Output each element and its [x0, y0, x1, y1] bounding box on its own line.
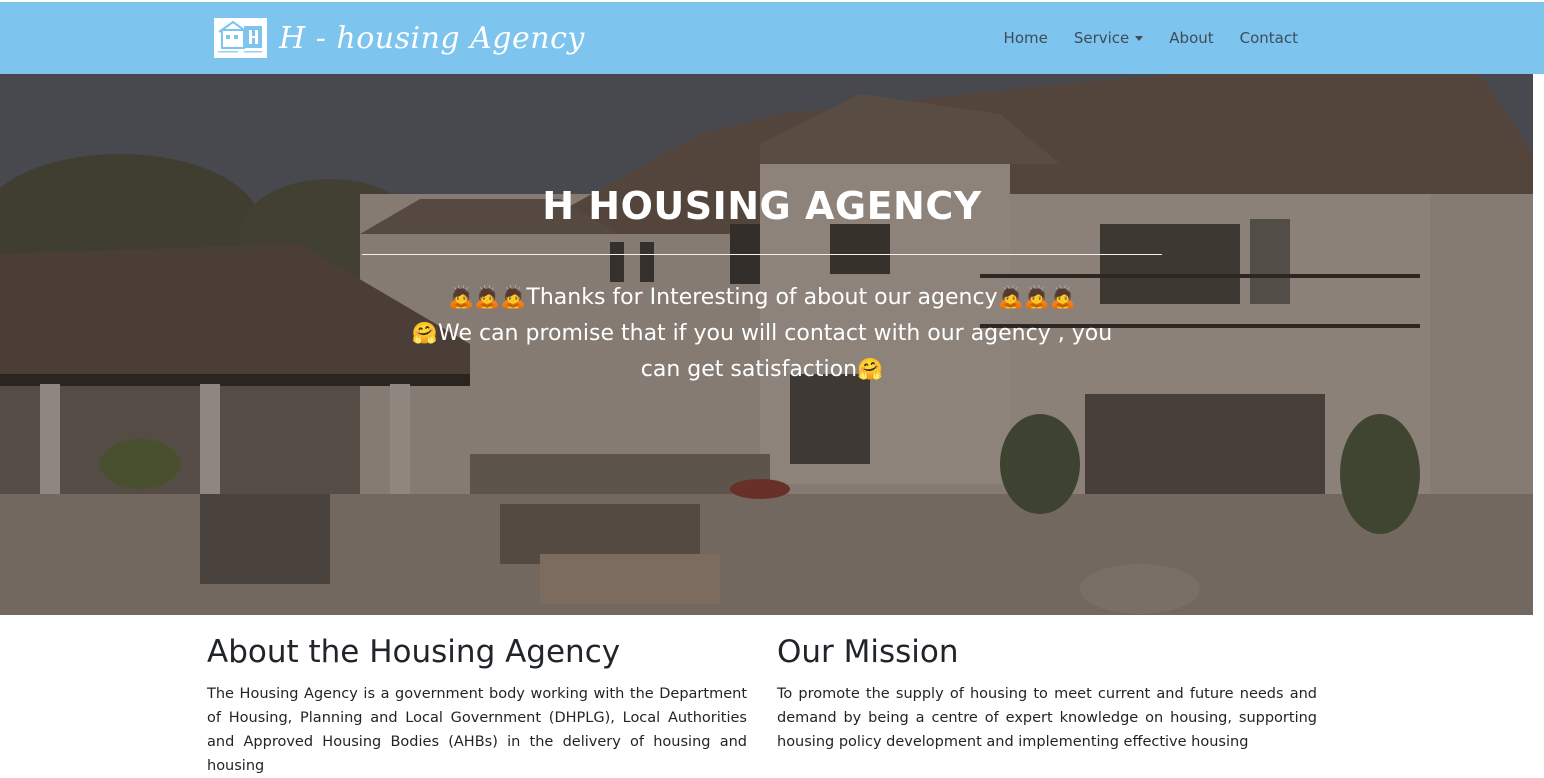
bowing-person-icon: 🙇🙇🙇	[447, 285, 527, 309]
brand-text: H - housing Agency	[279, 20, 585, 56]
hero-divider	[362, 254, 1162, 255]
nav-service-dropdown[interactable]: Service	[1073, 29, 1144, 47]
hero-line-2: We can promise that if you will contact …	[437, 321, 1113, 382]
nav-home-link[interactable]: Home	[1004, 29, 1048, 47]
hugging-face-icon: 🤗	[411, 321, 438, 345]
nav-about-link[interactable]: About	[1169, 29, 1213, 47]
mission-heading: Our Mission	[777, 634, 959, 670]
hero-line-1: Thanks for Interesting of about our agen…	[526, 285, 998, 310]
brand-link[interactable]: H - housing Agency	[214, 18, 585, 58]
about-heading: About the Housing Agency	[207, 634, 621, 670]
about-body: The Housing Agency is a government body …	[207, 686, 747, 774]
bowing-person-icon: 🙇🙇🙇	[997, 285, 1077, 309]
hero-section: H HOUSING AGENCY 🙇🙇🙇Thanks for Interesti…	[0, 74, 1533, 615]
hero-tagline: 🙇🙇🙇Thanks for Interesting of about our a…	[397, 280, 1127, 388]
mission-body: To promote the supply of housing to meet…	[777, 686, 1317, 750]
hugging-face-icon: 🤗	[857, 357, 884, 381]
about-section: About the Housing Agency The Housing Age…	[207, 630, 747, 778]
hero-title: H HOUSING AGENCY	[542, 184, 982, 228]
nav-contact-link[interactable]: Contact	[1240, 29, 1298, 47]
caret-down-icon	[1135, 35, 1144, 41]
house-logo-icon	[214, 18, 267, 58]
navbar: H - housing Agency Home Service About Co…	[0, 2, 1544, 74]
nav-service-label: Service	[1073, 29, 1130, 47]
nav-links: Home Service About Contact	[978, 2, 1298, 74]
mission-section: Our Mission To promote the supply of hou…	[777, 630, 1317, 754]
